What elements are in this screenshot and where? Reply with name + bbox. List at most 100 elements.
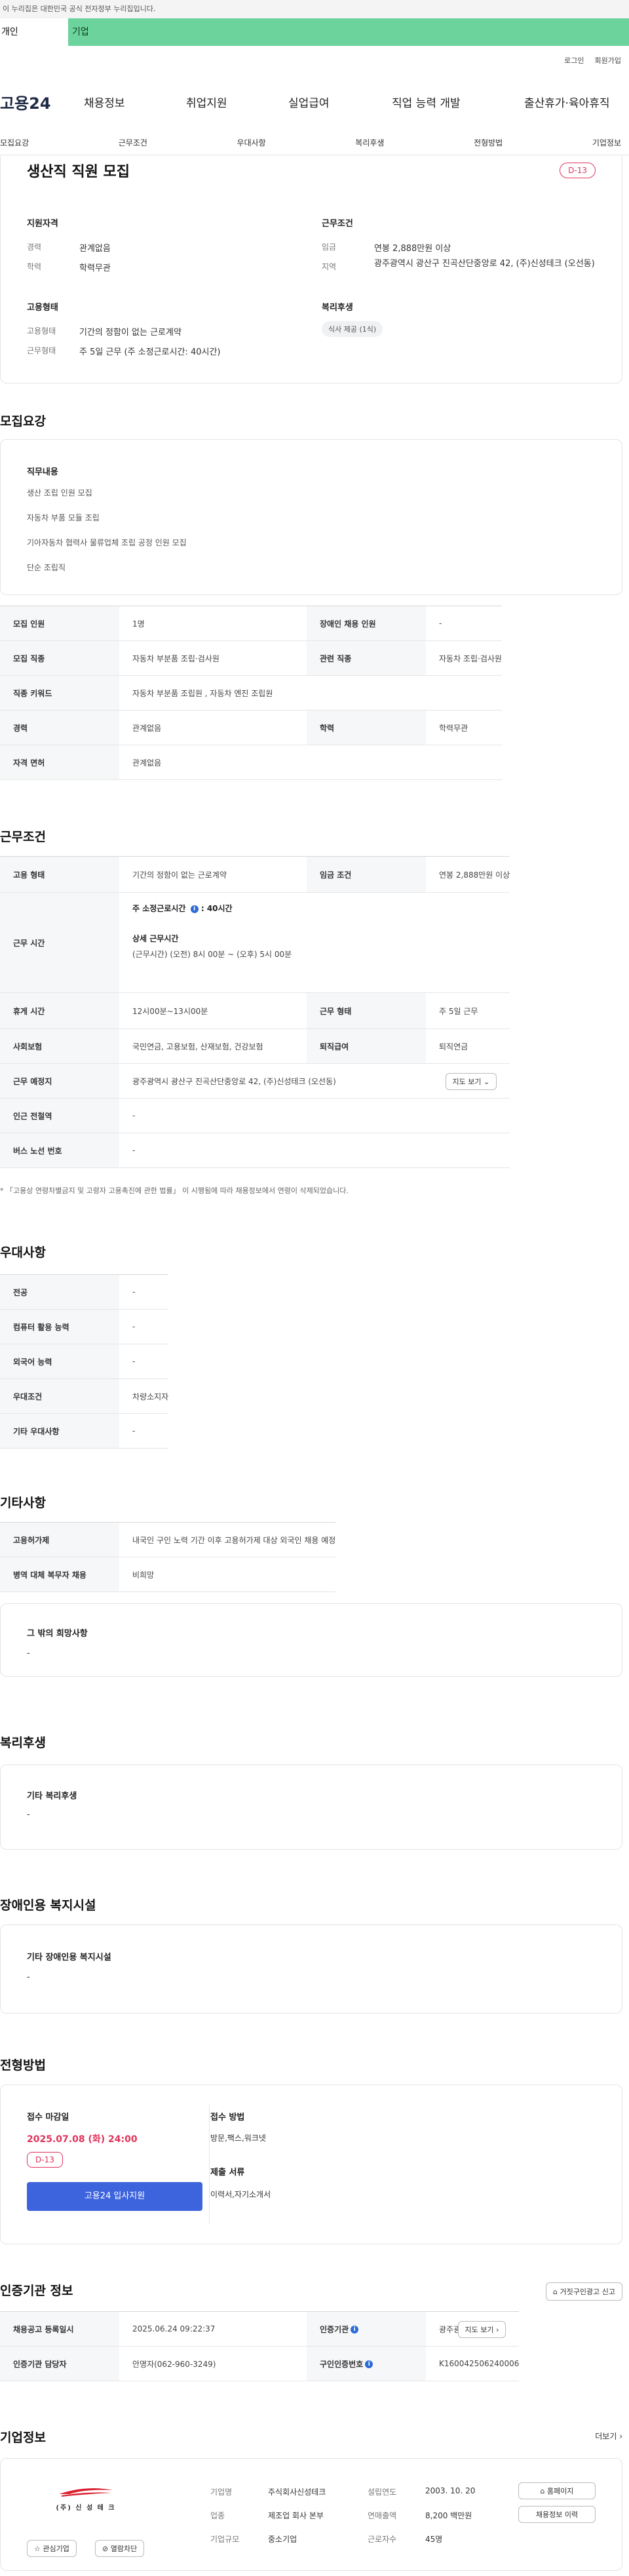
- worktype-label: 근무 형태: [307, 992, 426, 1029]
- deadline-value: 2025.07.08 (화) 24:00: [27, 2134, 138, 2145]
- company-sales-label: 연매출액: [368, 2511, 397, 2520]
- duty-title: 직무내용: [27, 467, 58, 477]
- career-value: 관계없음: [119, 710, 307, 745]
- favorite-label: 관심기업: [43, 2545, 69, 2553]
- selection-card: 접수 마감일 2025.07.08 (화) 24:00 D-13 고용24 입사…: [0, 2084, 622, 2244]
- tab-recruit[interactable]: 모집요강: [0, 131, 29, 155]
- emp-value: 기간의 정함이 없는 근로계약: [119, 856, 307, 893]
- map-button[interactable]: 지도 보기 ⌄: [445, 1073, 497, 1090]
- summary-card: 생산직 직원 모집 D-13 지원자격 경력 관계없음 학력 학력무관 근무조건…: [0, 156, 622, 383]
- deadline-title: 접수 마감일: [27, 2113, 69, 2122]
- user-type-tabs: 개인 기업: [0, 18, 629, 46]
- headcount-value: 1명: [119, 606, 307, 641]
- tab-conditions[interactable]: 근무조건: [119, 131, 147, 155]
- retire-value: 퇴직연금: [426, 1028, 510, 1064]
- table-row: 인증기관 담당자 안명자(062-960-3249) 구인인증번호 i K1600…: [0, 2346, 520, 2381]
- report-button[interactable]: ⌂ 거짓구인광고 신고: [546, 2282, 622, 2301]
- company-more-label: 더보기: [595, 2432, 617, 2441]
- company-logo-mark: [59, 2488, 113, 2497]
- apply-button[interactable]: 고용24 입사지원: [27, 2182, 202, 2211]
- table-row: 기타 우대사항 -: [0, 1413, 169, 1449]
- company-year-label: 설립연도: [368, 2488, 397, 2497]
- tab-welfare[interactable]: 복리후생: [355, 131, 384, 155]
- retire-label: 퇴직급여: [307, 1028, 426, 1064]
- favorite-button[interactable]: ☆ 관심기업: [27, 2540, 77, 2557]
- method-value: 방문,팩스,워크넷: [210, 2134, 266, 2143]
- table-row: 모집 직종 자동차 부분품 조립·검사원 관련 직종 자동차 조립·검사원: [0, 640, 502, 676]
- org-map-button-label: 지도 보기: [465, 2326, 494, 2334]
- homepage-label: 홈페이지: [547, 2487, 574, 2495]
- break-label: 휴게 시간: [0, 992, 119, 1029]
- company-staff-label: 근로자수: [368, 2535, 397, 2544]
- gov-banner: 이 누리집은 대한민국 공식 전자정부 누리집입니다.: [0, 0, 629, 18]
- extra-value: -: [27, 1649, 30, 1658]
- prefer-cond-value: 차량소지자: [119, 1378, 169, 1414]
- gnb-jobs[interactable]: 채용정보: [84, 94, 125, 110]
- gnb-vocational-training[interactable]: 직업 능력 개발: [392, 94, 461, 110]
- career-label: 경력: [0, 710, 119, 745]
- disabled-fac-section-title: 장애인용 복지시설: [0, 1898, 96, 1913]
- tab-company[interactable]: 기업정보: [592, 131, 621, 155]
- prefer-section-title: 우대사항: [0, 1245, 46, 1260]
- home-icon: ⌂: [540, 2487, 547, 2495]
- disabled-fac-card: 기타 장애인용 복지시설 -: [0, 1924, 622, 2014]
- chevron-right-icon: ›: [495, 2326, 499, 2334]
- history-button[interactable]: 채용정보 이력: [518, 2506, 596, 2523]
- worktype-label: 근무형태: [27, 346, 56, 355]
- duty-item: 기아자동차 협력사 물류업체 조립 공정 인원 모집: [27, 538, 187, 547]
- foreign-value: 내국인 구인 노력 기간 이후 고용허가제 대상 외국인 채용 예정: [119, 1522, 336, 1557]
- job-title: 생산직 직원 모집: [27, 164, 130, 180]
- table-row: 경력 관계없음 학력 학력무관: [0, 710, 502, 745]
- extra-card: 그 밖의 희망사항 -: [0, 1603, 622, 1677]
- duty-item: 단순 조립직: [27, 563, 66, 572]
- gnb-employment-support[interactable]: 취업지원: [186, 94, 227, 110]
- cert-section-title: 인증기관 정보: [0, 2284, 73, 2298]
- other-section-title: 기타사항: [0, 1496, 46, 1510]
- cert-no-label-cell: 구인인증번호 i: [307, 2346, 426, 2381]
- docs-value: 이력서,자기소개서: [210, 2190, 271, 2199]
- company-logo-text: (주) 신 성 테 크: [56, 2505, 116, 2512]
- other-table: 고용허가제 내국인 구인 노력 기간 이후 고용허가제 대상 외국인 채용 예정 …: [0, 1522, 336, 1592]
- time-detail-title: 상세 근무시간: [132, 934, 179, 943]
- duty-item: 자동차 부품 모듈 조립: [27, 513, 100, 522]
- license-value: 관계없음: [119, 745, 502, 780]
- info-icon[interactable]: i: [351, 2326, 359, 2333]
- company-name-value: 주식회사신성테크: [268, 2488, 326, 2497]
- company-more-link[interactable]: 더보기 ›: [595, 2430, 622, 2442]
- weekly-hours-label: 주 소정근로시간: [132, 904, 186, 913]
- home-icon: ⌂: [553, 2288, 560, 2296]
- emptype-value: 기간의 정함이 없는 근로계약: [79, 328, 181, 338]
- org-map-button[interactable]: 지도 보기 ›: [457, 2321, 506, 2338]
- worktype-value: 주 5일 근무 (주 소정근로시간: 40시간): [79, 347, 221, 357]
- emptype-label: 고용형태: [27, 326, 56, 336]
- company-industry-value: 제조업 회사 본부: [268, 2511, 324, 2520]
- tab-personal[interactable]: 개인: [0, 18, 68, 46]
- block-button[interactable]: ⊘ 열람차단: [95, 2540, 145, 2557]
- cond-title: 근무조건: [322, 219, 353, 229]
- signup-link[interactable]: 회원가입: [595, 55, 621, 66]
- gnb-unemployment-benefit[interactable]: 실업급여: [288, 94, 330, 110]
- info-icon[interactable]: i: [365, 2360, 373, 2368]
- login-link[interactable]: 로그인: [564, 55, 584, 66]
- company-staff-value: 45명: [425, 2535, 443, 2544]
- related-label: 관련 직종: [307, 640, 426, 676]
- disabled-label: 장애인 채용 인원: [307, 606, 426, 641]
- table-row: 모집 인원 1명 장애인 채용 인원 -: [0, 606, 502, 641]
- site-logo[interactable]: 고용24: [0, 90, 84, 113]
- tab-prefer[interactable]: 우대사항: [237, 131, 266, 155]
- job-label: 모집 직종: [0, 640, 119, 676]
- company-name-label: 기업명: [210, 2488, 233, 2497]
- military-value: 비희망: [119, 1557, 336, 1592]
- table-row: 사회보험 국민연금, 고용보험, 산재보험, 건강보험 퇴직급여 퇴직연금: [0, 1028, 510, 1064]
- company-section-title: 기업정보: [0, 2430, 46, 2445]
- info-icon[interactable]: i: [190, 905, 199, 913]
- table-row: 직종 키워드 자동차 부분품 조립원 , 자동차 엔진 조립원: [0, 675, 502, 711]
- table-row: 우대조건 차량소지자: [0, 1378, 169, 1414]
- table-row: 고용 형태 기간의 정함이 없는 근로계약 임금 조건 연봉 2,888만원 이…: [0, 856, 510, 893]
- place-value: 광주광역시 광산구 진곡산단중앙로 42, (주)신성테크 (오선동): [132, 1076, 336, 1086]
- tab-selection[interactable]: 전형방법: [474, 131, 503, 155]
- gnb-parental-leave[interactable]: 출산휴가·육아휴직: [524, 94, 610, 110]
- homepage-button[interactable]: ⌂ 홈페이지: [518, 2482, 596, 2499]
- tab-business[interactable]: 기업: [68, 18, 629, 46]
- chevron-down-icon: ⌄: [484, 1078, 490, 1086]
